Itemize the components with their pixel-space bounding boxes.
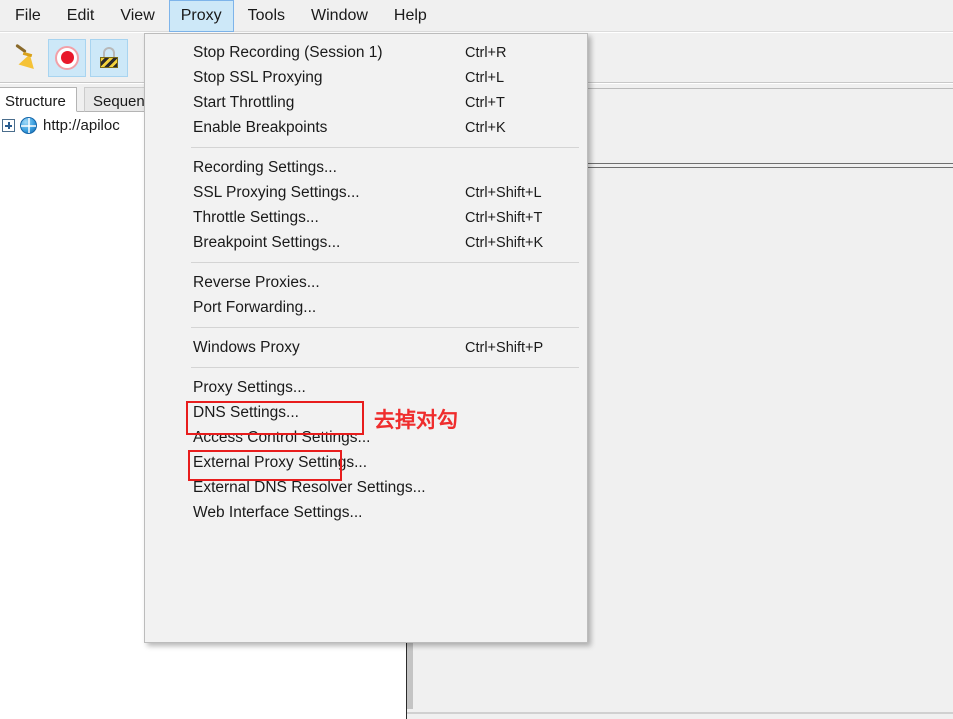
menu-item-accelerator: Ctrl+T (465, 94, 505, 111)
menu-separator (191, 327, 579, 328)
menu-item-accelerator: Ctrl+R (465, 44, 507, 61)
menu-bar: File Edit View Proxy Tools Window Help (0, 0, 953, 32)
menu-item-label: Port Forwarding... (193, 298, 317, 316)
menu-item-label: Proxy Settings... (193, 378, 306, 396)
tab-structure[interactable]: Structure (0, 87, 77, 112)
record-toggle-button[interactable] (48, 38, 86, 77)
menubar-item-view[interactable]: View (108, 0, 166, 32)
proxy-dropdown-menu[interactable]: Stop Recording (Session 1) Ctrl+R Stop S… (144, 33, 588, 643)
menubar-item-edit[interactable]: Edit (55, 0, 107, 32)
ssl-proxying-button[interactable] (90, 38, 128, 77)
menu-item-enable-breakpoints[interactable]: Enable Breakpoints Ctrl+K (145, 115, 587, 140)
menu-separator (191, 262, 579, 263)
expand-plus-icon[interactable] (2, 118, 15, 132)
menu-item-label: DNS Settings... (193, 403, 299, 421)
menu-item-stop-recording[interactable]: Stop Recording (Session 1) Ctrl+R (145, 40, 587, 65)
menu-item-breakpoint-settings[interactable]: Breakpoint Settings... Ctrl+Shift+K (145, 230, 587, 255)
menu-item-label: Throttle Settings... (193, 208, 319, 226)
menu-item-port-forwarding[interactable]: Port Forwarding... (145, 295, 587, 320)
menu-item-external-proxy-settings[interactable]: External Proxy Settings... (145, 450, 587, 475)
menu-item-label: SSL Proxying Settings... (193, 183, 360, 201)
menu-item-ssl-proxying-settings[interactable]: SSL Proxying Settings... Ctrl+Shift+L (145, 180, 587, 205)
menu-item-recording-settings[interactable]: Recording Settings... (145, 155, 587, 180)
menu-item-label: Access Control Settings... (193, 428, 371, 446)
menu-item-dns-settings[interactable]: DNS Settings... (145, 400, 587, 425)
menu-item-windows-proxy[interactable]: Windows Proxy Ctrl+Shift+P (145, 335, 587, 360)
menubar-item-file[interactable]: File (3, 0, 53, 32)
menu-item-label: Stop SSL Proxying (193, 68, 323, 86)
menu-item-label: External DNS Resolver Settings... (193, 478, 426, 496)
menu-item-proxy-settings[interactable]: Proxy Settings... (145, 375, 587, 400)
menu-item-label: Breakpoint Settings... (193, 233, 341, 251)
menu-item-accelerator: Ctrl+Shift+P (465, 339, 544, 356)
menu-item-label: Reverse Proxies... (193, 273, 320, 291)
menu-item-stop-ssl-proxying[interactable]: Stop SSL Proxying Ctrl+L (145, 65, 587, 90)
annotation-text-chinese: 去掉对勾 (374, 408, 458, 432)
menu-item-label: Web Interface Settings... (193, 503, 363, 521)
menu-item-throttle-settings[interactable]: Throttle Settings... Ctrl+Shift+T (145, 205, 587, 230)
menu-item-reverse-proxies[interactable]: Reverse Proxies... (145, 270, 587, 295)
menubar-item-window[interactable]: Window (299, 0, 380, 32)
menu-separator (191, 367, 579, 368)
menu-item-start-throttling[interactable]: Start Throttling Ctrl+T (145, 90, 587, 115)
detail-panel-bottom-edge (407, 712, 953, 714)
charles-proxy-window: File Edit View Proxy Tools Window Help S… (0, 0, 953, 719)
menu-separator (191, 147, 579, 148)
menu-item-accelerator: Ctrl+Shift+T (465, 209, 543, 226)
menu-item-label: Start Throttling (193, 93, 295, 111)
menu-item-accelerator: Ctrl+K (465, 119, 506, 136)
menubar-item-proxy[interactable]: Proxy (168, 0, 234, 32)
menubar-item-tools[interactable]: Tools (236, 0, 297, 32)
lock-icon (98, 46, 120, 70)
menu-item-label: Stop Recording (Session 1) (193, 43, 383, 61)
menu-item-web-interface-settings[interactable]: Web Interface Settings... (145, 500, 587, 525)
menu-item-external-dns-resolver-settings[interactable]: External DNS Resolver Settings... (145, 475, 587, 500)
menu-item-accelerator: Ctrl+Shift+L (465, 184, 542, 201)
clear-session-button[interactable] (6, 39, 44, 77)
tree-item-label: http://apiloc (43, 116, 120, 134)
broom-icon (12, 43, 38, 71)
menu-item-accelerator: Ctrl+L (465, 69, 505, 86)
menu-item-accelerator: Ctrl+Shift+K (465, 234, 544, 251)
menu-item-label: External Proxy Settings... (193, 453, 368, 471)
menu-item-label: Enable Breakpoints (193, 118, 328, 136)
menu-item-access-control-settings[interactable]: Access Control Settings... (145, 425, 587, 450)
record-icon (55, 45, 79, 70)
menubar-item-help[interactable]: Help (382, 0, 439, 32)
menu-item-label: Windows Proxy (193, 338, 300, 356)
globe-icon (20, 116, 37, 134)
menu-item-label: Recording Settings... (193, 158, 337, 176)
